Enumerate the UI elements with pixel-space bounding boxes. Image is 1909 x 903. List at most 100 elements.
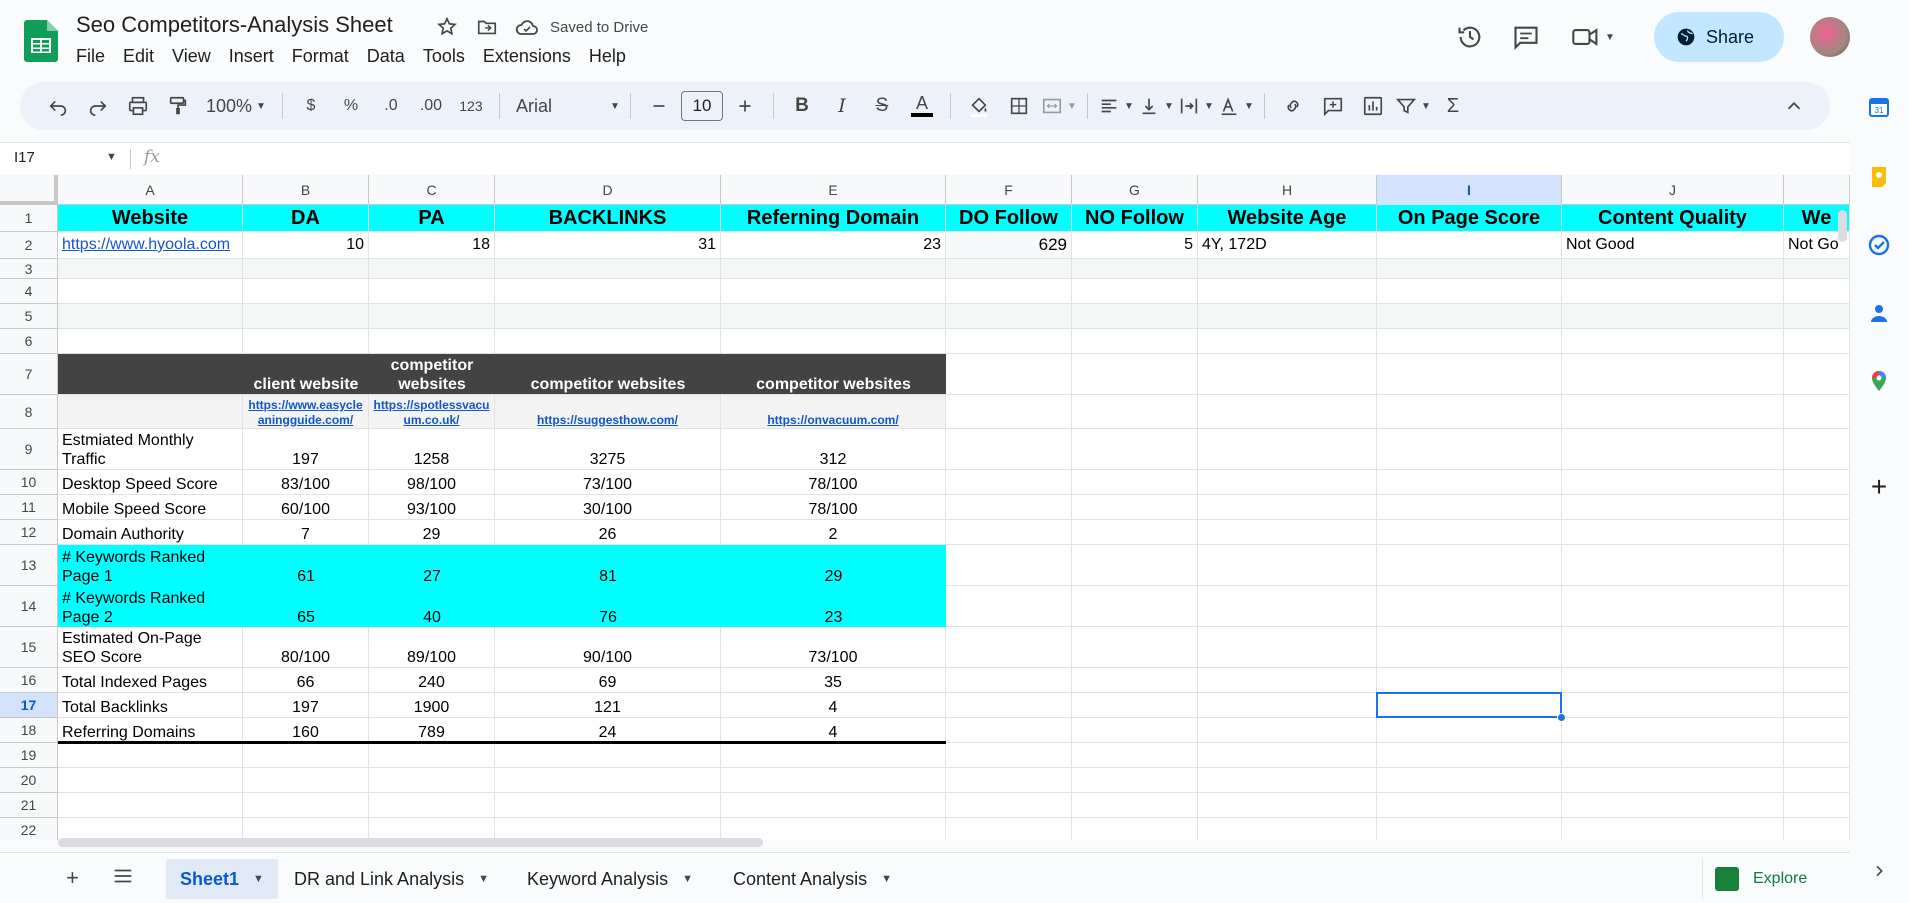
empty-cell[interactable] (1562, 259, 1784, 279)
empty-cell[interactable] (1784, 586, 1850, 627)
menu-help[interactable]: Help (580, 44, 635, 69)
metric-value-cell[interactable]: 80/100 (243, 627, 369, 668)
empty-cell[interactable] (1198, 329, 1377, 354)
fill-handle[interactable] (1557, 713, 1566, 722)
empty-cell[interactable] (369, 768, 495, 793)
empty-cell[interactable] (1377, 279, 1562, 304)
menu-view[interactable]: View (163, 44, 220, 69)
empty-cell[interactable] (1562, 693, 1784, 718)
data-cell[interactable]: 10 (243, 232, 369, 259)
share-button[interactable]: Share (1653, 12, 1784, 62)
metric-value-cell[interactable]: 27 (369, 545, 495, 586)
metric-value-cell[interactable]: 83/100 (243, 470, 369, 495)
empty-cell[interactable] (1784, 495, 1850, 520)
comparison-header-cell[interactable] (58, 354, 243, 395)
row-header[interactable]: 6 (0, 329, 58, 354)
comparison-header-cell[interactable]: competitor websites (495, 354, 721, 395)
strikethrough-icon[interactable]: S (864, 88, 900, 124)
empty-cell[interactable] (1072, 354, 1198, 395)
percent-format-button[interactable]: % (333, 88, 369, 124)
empty-cell[interactable] (1784, 429, 1850, 470)
empty-cell[interactable] (1562, 329, 1784, 354)
empty-cell[interactable] (1784, 693, 1850, 718)
empty-cell[interactable] (1784, 259, 1850, 279)
metric-value-cell[interactable]: 65 (243, 586, 369, 627)
insert-comment-icon[interactable] (1315, 88, 1351, 124)
data-cell[interactable]: 629 (946, 232, 1072, 259)
empty-cell[interactable] (946, 818, 1072, 840)
column-header-h[interactable]: H (1198, 175, 1377, 205)
undo-icon[interactable] (40, 88, 76, 124)
column-header-a[interactable]: A (58, 175, 243, 205)
add-sheet-icon[interactable]: + (66, 865, 79, 891)
menu-edit[interactable]: Edit (114, 44, 163, 69)
empty-cell[interactable] (1784, 627, 1850, 668)
empty-cell[interactable] (495, 768, 721, 793)
empty-cell[interactable] (1072, 495, 1198, 520)
cell-link[interactable]: https://suggesthow.com/ (537, 413, 678, 428)
tab-sheet1[interactable]: Sheet1 ▼ (166, 859, 278, 899)
empty-cell[interactable] (58, 768, 243, 793)
row-header[interactable]: 7 (0, 354, 58, 395)
empty-cell[interactable] (946, 668, 1072, 693)
empty-cell[interactable] (1377, 768, 1562, 793)
row-header[interactable]: 2 (0, 232, 58, 259)
empty-cell[interactable] (721, 329, 946, 354)
empty-cell[interactable] (58, 304, 243, 329)
empty-cell[interactable] (946, 743, 1072, 768)
empty-cell[interactable] (1198, 743, 1377, 768)
functions-icon[interactable]: Σ (1435, 88, 1471, 124)
empty-cell[interactable] (369, 818, 495, 840)
column-header-d[interactable]: D (495, 175, 721, 205)
menu-file[interactable]: File (76, 44, 114, 69)
empty-cell[interactable] (1072, 279, 1198, 304)
empty-cell[interactable] (495, 259, 721, 279)
empty-cell[interactable] (1784, 768, 1850, 793)
empty-cell[interactable] (1377, 470, 1562, 495)
empty-cell[interactable] (58, 279, 243, 304)
borders-icon[interactable] (1001, 88, 1037, 124)
empty-cell[interactable] (1198, 279, 1377, 304)
metric-value-cell[interactable]: 4 (721, 718, 946, 743)
header-cell[interactable]: BACKLINKS (495, 205, 721, 232)
data-cell[interactable]: Not Good (1562, 232, 1784, 259)
empty-cell[interactable] (1198, 768, 1377, 793)
empty-cell[interactable] (1072, 586, 1198, 627)
data-cell[interactable]: https://www.hyoola.com (58, 232, 243, 259)
empty-cell[interactable] (1784, 818, 1850, 840)
metric-value-cell[interactable]: 240 (369, 668, 495, 693)
meet-icon[interactable]: ▼ (1558, 13, 1628, 61)
metric-value-cell[interactable]: 89/100 (369, 627, 495, 668)
contacts-icon[interactable] (1866, 300, 1892, 326)
horizontal-align-icon[interactable]: ▼ (1098, 88, 1134, 124)
row-header[interactable]: 22 (0, 818, 58, 840)
empty-cell[interactable] (1377, 668, 1562, 693)
tab-content-analysis[interactable]: Content Analysis ▼ (719, 859, 906, 899)
comments-icon[interactable] (1502, 13, 1550, 61)
data-cell[interactable]: 5 (1072, 232, 1198, 259)
empty-cell[interactable] (1198, 586, 1377, 627)
metric-value-cell[interactable]: 197 (243, 693, 369, 718)
zoom-select[interactable]: 100% ▼ (200, 88, 272, 124)
empty-cell[interactable] (1198, 304, 1377, 329)
metric-label-cell[interactable]: # Keywords Ranked Page 2 (58, 586, 243, 627)
tab-dr-and-link-analysis[interactable]: DR and Link Analysis ▼ (280, 859, 503, 899)
empty-cell[interactable] (946, 793, 1072, 818)
metric-value-cell[interactable]: 312 (721, 429, 946, 470)
empty-cell[interactable] (1377, 627, 1562, 668)
empty-cell[interactable] (1784, 304, 1850, 329)
cell-link[interactable]: https://www.easycleaningguide.com/ (247, 398, 364, 428)
metric-value-cell[interactable]: 81 (495, 545, 721, 586)
empty-cell[interactable] (1562, 586, 1784, 627)
empty-cell[interactable] (1072, 545, 1198, 586)
empty-cell[interactable] (1198, 718, 1377, 743)
empty-cell[interactable] (243, 329, 369, 354)
empty-cell[interactable] (58, 329, 243, 354)
more-formats-button[interactable]: 123 (453, 88, 489, 124)
metric-value-cell[interactable]: 40 (369, 586, 495, 627)
competitor-link-cell[interactable]: https://www.easycleaningguide.com/ (243, 395, 369, 429)
column-header-i[interactable]: I (1377, 175, 1562, 205)
empty-cell[interactable] (1198, 354, 1377, 395)
cell-link[interactable]: https://spotlessvacuum.co.uk/ (373, 398, 490, 428)
empty-cell[interactable] (1072, 395, 1198, 429)
